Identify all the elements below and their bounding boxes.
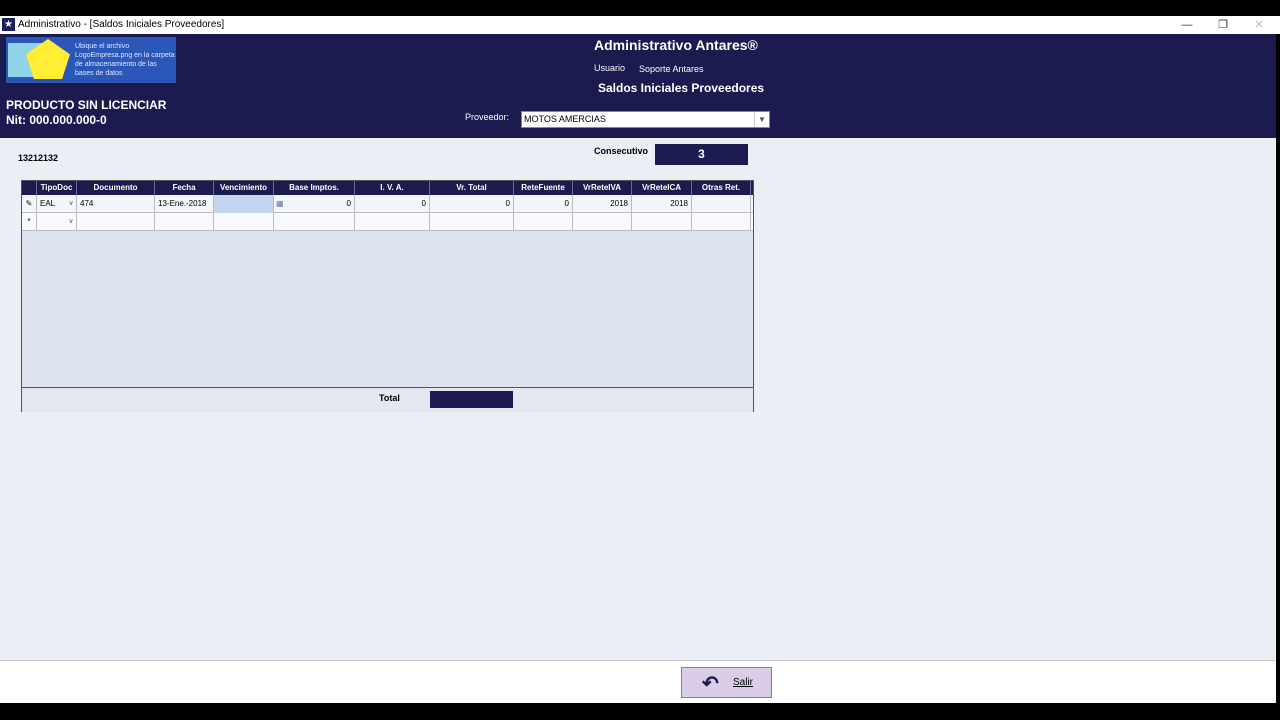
window-title: Administrativo - [Saldos Iniciales Prove… bbox=[18, 19, 225, 30]
reteica-cell[interactable]: 2018 bbox=[632, 195, 692, 213]
column-header[interactable]: TipoDoc bbox=[37, 181, 77, 195]
tipodoc-cell[interactable]: ∨ bbox=[37, 213, 77, 231]
chevron-down-icon[interactable]: ▼ bbox=[754, 112, 769, 127]
column-header[interactable]: I. V. A. bbox=[355, 181, 430, 195]
app-title: Administrativo Antares® bbox=[594, 37, 758, 53]
consecutive-value: 3 bbox=[655, 144, 748, 165]
company-nit: Nit: 000.000.000-0 bbox=[6, 113, 107, 127]
iva-cell[interactable] bbox=[355, 213, 430, 231]
iva-cell[interactable]: 0 bbox=[355, 195, 430, 213]
row-selector-header bbox=[22, 181, 37, 195]
logo-placeholder-text: Ubique el archivo LogoEmpresa.png en la … bbox=[75, 43, 175, 77]
new-row-marker: * bbox=[22, 213, 37, 231]
company-logo-placeholder: Ubique el archivo LogoEmpresa.png en la … bbox=[6, 37, 176, 83]
main-panel: 13212132 Consecutivo 3 TipoDoc Documento… bbox=[0, 138, 1276, 660]
provider-select[interactable]: MOTOS AMERCIAS ▼ bbox=[521, 111, 770, 128]
grid-total-bar: Total bbox=[22, 387, 753, 412]
undo-arrow-icon: ↶ bbox=[702, 673, 719, 695]
total-value bbox=[430, 391, 513, 408]
retefuente-cell[interactable]: 0 bbox=[514, 195, 573, 213]
module-title: Saldos Iniciales Proveedores bbox=[598, 81, 765, 95]
minimize-button[interactable]: — bbox=[1174, 17, 1200, 33]
tipodoc-value: EAL bbox=[40, 199, 56, 208]
column-header[interactable]: Vencimiento bbox=[214, 181, 274, 195]
total-label: Total bbox=[379, 393, 400, 403]
user-label: Usuario bbox=[594, 63, 626, 73]
column-header[interactable]: VrReteICA bbox=[632, 181, 692, 195]
new-row[interactable]: * ∨ bbox=[22, 213, 753, 231]
exit-button-label: Salir bbox=[733, 677, 754, 688]
header-band: Ubique el archivo LogoEmpresa.png en la … bbox=[0, 34, 1276, 138]
documento-cell[interactable] bbox=[77, 213, 155, 231]
otras-cell[interactable] bbox=[692, 195, 751, 213]
column-header[interactable]: VrReteIVA bbox=[573, 181, 632, 195]
column-header[interactable]: ReteFuente bbox=[514, 181, 573, 195]
calendar-icon[interactable]: ▦ bbox=[276, 195, 284, 212]
restore-button[interactable]: ❐ bbox=[1210, 17, 1236, 33]
provider-selected-value: MOTOS AMERCIAS bbox=[524, 114, 606, 124]
table-row[interactable]: ✎ EAL ∨ 474 13-Ene.-2018 ▦ 0 0 0 0 2018 … bbox=[22, 195, 753, 213]
base-value: 0 bbox=[346, 199, 351, 208]
documento-cell[interactable]: 474 bbox=[77, 195, 155, 213]
footer-bar: ↶ Salir bbox=[0, 660, 1276, 703]
user-value: Soporte Antares bbox=[639, 64, 704, 74]
reteica-cell[interactable] bbox=[632, 213, 692, 231]
close-button[interactable]: ✕ bbox=[1246, 17, 1272, 33]
exit-button[interactable]: ↶ Salir bbox=[681, 667, 772, 698]
column-header[interactable]: Vr. Total bbox=[430, 181, 514, 195]
column-header[interactable]: Base Imptos. bbox=[274, 181, 355, 195]
window-titlebar: ★ Administrativo - [Saldos Iniciales Pro… bbox=[0, 16, 1280, 34]
column-header[interactable]: Fecha bbox=[155, 181, 214, 195]
provider-label: Proveedor: bbox=[465, 112, 510, 122]
column-header[interactable]: Documento bbox=[77, 181, 155, 195]
fecha-cell[interactable] bbox=[155, 213, 214, 231]
chevron-down-icon[interactable]: ∨ bbox=[66, 213, 76, 230]
reteiva-cell[interactable]: 2018 bbox=[573, 195, 632, 213]
reteiva-cell[interactable] bbox=[573, 213, 632, 231]
vencimiento-cell[interactable] bbox=[214, 213, 274, 231]
row-edit-marker: ✎ bbox=[22, 195, 37, 213]
balances-grid: TipoDoc Documento Fecha Vencimiento Base… bbox=[21, 180, 754, 412]
column-header[interactable]: Otras Ret. bbox=[692, 181, 751, 195]
license-status: PRODUCTO SIN LICENCIAR bbox=[6, 98, 167, 112]
consecutive-label: Consecutivo bbox=[594, 146, 649, 156]
base-cell[interactable]: ▦ 0 bbox=[274, 195, 355, 213]
app-star-icon: ★ bbox=[2, 18, 15, 31]
total-cell[interactable]: 0 bbox=[430, 195, 514, 213]
base-cell[interactable] bbox=[274, 213, 355, 231]
retefuente-cell[interactable] bbox=[514, 213, 573, 231]
vencimiento-cell[interactable] bbox=[214, 195, 274, 213]
total-cell[interactable] bbox=[430, 213, 514, 231]
fecha-cell[interactable]: 13-Ene.-2018 bbox=[155, 195, 214, 213]
document-code: 13212132 bbox=[18, 153, 59, 163]
grid-header: TipoDoc Documento Fecha Vencimiento Base… bbox=[22, 181, 753, 195]
otras-cell[interactable] bbox=[692, 213, 751, 231]
tipodoc-cell[interactable]: EAL ∨ bbox=[37, 195, 77, 213]
chevron-down-icon[interactable]: ∨ bbox=[66, 195, 76, 212]
